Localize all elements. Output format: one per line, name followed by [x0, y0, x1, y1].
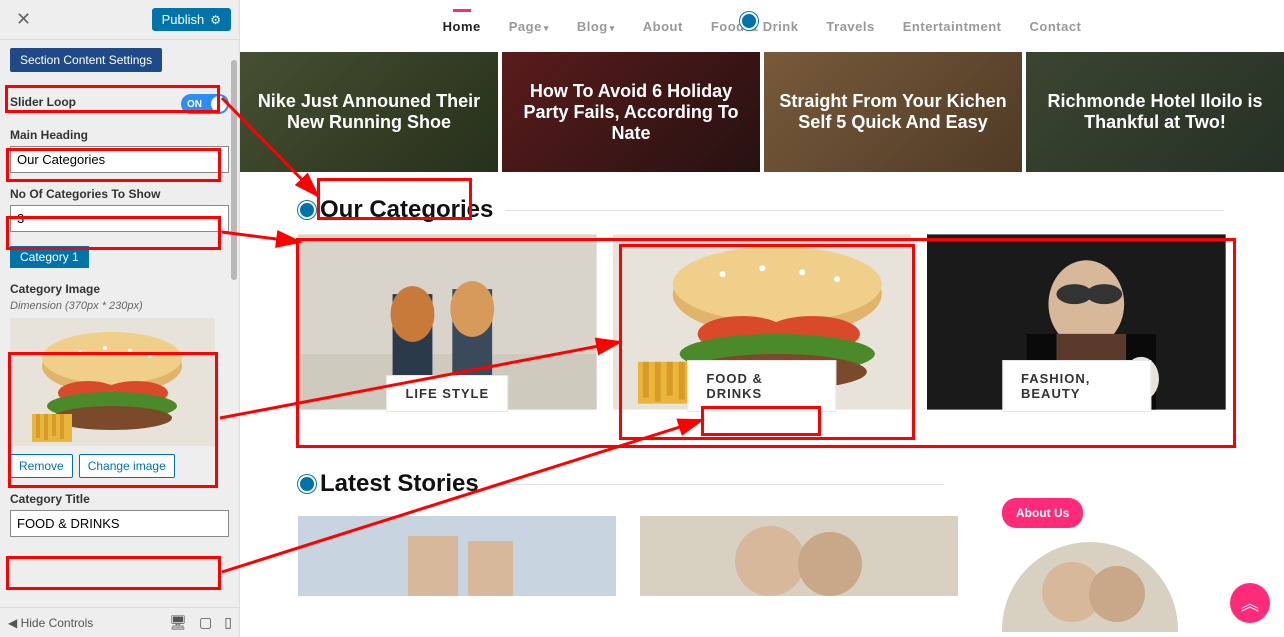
categories-row: LIFE STYLE FOOD & DRINKS — [240, 234, 1284, 410]
nav-item-travels[interactable]: Travels — [826, 19, 874, 34]
collapse-icon: ◀ — [8, 616, 17, 630]
chevron-up-icon: ︽ — [1241, 590, 1259, 616]
hero-title: Nike Just Announed Their New Running Sho… — [250, 91, 488, 133]
mobile-icon[interactable]: ▯ — [224, 614, 232, 631]
chevron-down-icon: ▾ — [544, 23, 549, 33]
scroll-top-fab[interactable]: ︽ — [1230, 583, 1270, 623]
edit-pin-icon[interactable] — [298, 475, 316, 493]
nav-item-blog[interactable]: Blog▾ — [577, 19, 615, 34]
hero-card[interactable]: Richmonde Hotel Iloilo is Thankful at Tw… — [1026, 52, 1284, 172]
nav-item-contact[interactable]: Contact — [1029, 19, 1081, 34]
chevron-down-icon: ▾ — [610, 23, 615, 33]
hero-card[interactable]: Straight From Your Kichen Self 5 Quick A… — [764, 52, 1022, 172]
sidebar-body: Slider Loop ON Main Heading No Of Catego… — [0, 94, 239, 547]
category-title-row: Category Title — [10, 492, 229, 537]
publish-button[interactable]: Publish ⚙ — [152, 8, 231, 31]
hide-controls-button[interactable]: ◀ Hide Controls — [8, 616, 93, 630]
category-image-row: Category Image Dimension (370px * 230px)… — [10, 282, 229, 478]
hero-card[interactable]: Nike Just Announed Their New Running Sho… — [240, 52, 498, 172]
no-categories-row: No Of Categories To Show — [10, 187, 229, 232]
remove-button[interactable]: Remove — [10, 454, 73, 478]
category-label: LIFE STYLE — [386, 375, 508, 412]
story-image — [298, 516, 616, 596]
heading-divider — [491, 484, 944, 485]
no-categories-input[interactable] — [10, 205, 229, 232]
top-nav: Home Page▾ Blog▾ About Food & Drink Trav… — [240, 0, 1284, 52]
hero-card[interactable]: How To Avoid 6 Holiday Party Fails, Acco… — [502, 52, 760, 172]
toggle-on-text: ON — [187, 99, 202, 110]
main-heading-input[interactable] — [10, 146, 229, 173]
category-card-fashion-beauty[interactable]: FASHION, BEAUTY — [927, 234, 1226, 410]
hide-controls-label: Hide Controls — [21, 616, 94, 630]
publish-label: Publish — [162, 12, 205, 27]
device-preview-toggles: 🖥 ▢ ▯ — [169, 614, 232, 631]
category-1-button[interactable]: Category 1 — [10, 246, 89, 268]
edit-pin-icon[interactable] — [298, 201, 316, 219]
sidebar-footer: ◀ Hide Controls 🖥 ▢ ▯ — [0, 607, 240, 637]
toggle-knob — [211, 96, 227, 112]
sidebar-topbar: ✕ Publish ⚙ — [0, 0, 239, 40]
nav-item-page[interactable]: Page▾ — [509, 19, 549, 34]
hero-title: Straight From Your Kichen Self 5 Quick A… — [774, 91, 1012, 133]
gear-icon: ⚙ — [210, 13, 221, 27]
category-image-preview[interactable] — [10, 318, 215, 446]
customizer-sidebar: ✕ Publish ⚙ Section Content Settings Sli… — [0, 0, 240, 637]
category-label: FOOD & DRINKS — [687, 360, 836, 412]
story-card[interactable] — [640, 516, 958, 596]
our-categories-heading: Our Categories — [320, 196, 493, 224]
nav-item-about[interactable]: About — [643, 19, 683, 34]
main-heading-label: Main Heading — [10, 128, 229, 142]
nav-item-home[interactable]: Home — [443, 19, 481, 34]
about-widget: About Us — [1002, 498, 1206, 632]
story-image — [640, 516, 958, 596]
image-action-buttons: Remove Change image — [10, 454, 229, 478]
category-card-lifestyle[interactable]: LIFE STYLE — [298, 234, 597, 410]
preview-pane: Home Page▾ Blog▾ About Food & Drink Trav… — [240, 0, 1284, 637]
category-image-label: Category Image — [10, 282, 229, 296]
close-icon[interactable]: ✕ — [8, 5, 39, 34]
category-label: FASHION, BEAUTY — [1002, 360, 1151, 412]
section-content-settings-button[interactable]: Section Content Settings — [10, 48, 162, 72]
category-title-input[interactable] — [10, 510, 229, 537]
category-title-label: Category Title — [10, 492, 229, 506]
category-card-food-drinks[interactable]: FOOD & DRINKS — [613, 234, 912, 410]
slider-loop-label: Slider Loop — [10, 95, 76, 109]
nav-item-entertainment[interactable]: Entertaintment — [903, 19, 1002, 34]
our-categories-heading-row: Our Categories — [298, 196, 1284, 224]
slider-loop-toggle[interactable]: ON — [181, 94, 229, 114]
sidebar-scrollbar[interactable] — [231, 60, 237, 280]
latest-stories-heading: Latest Stories — [320, 470, 479, 498]
about-image — [1002, 542, 1178, 632]
story-card[interactable] — [298, 516, 616, 596]
change-image-button[interactable]: Change image — [79, 454, 175, 478]
about-us-button[interactable]: About Us — [1002, 498, 1083, 528]
slider-loop-row: Slider Loop ON — [10, 94, 229, 114]
main-heading-row: Main Heading — [10, 128, 229, 173]
heading-divider — [505, 210, 1224, 211]
edit-pin-icon[interactable] — [740, 12, 758, 30]
latest-stories-heading-row: Latest Stories — [298, 470, 1284, 498]
hero-title: Richmonde Hotel Iloilo is Thankful at Tw… — [1036, 91, 1274, 133]
dimension-note: Dimension (370px * 230px) — [10, 300, 229, 312]
tablet-icon[interactable]: ▢ — [199, 614, 212, 631]
hero-slider: Nike Just Announed Their New Running Sho… — [240, 52, 1284, 172]
no-categories-label: No Of Categories To Show — [10, 187, 229, 201]
desktop-icon[interactable]: 🖥 — [169, 614, 187, 631]
hero-title: How To Avoid 6 Holiday Party Fails, Acco… — [512, 81, 750, 144]
